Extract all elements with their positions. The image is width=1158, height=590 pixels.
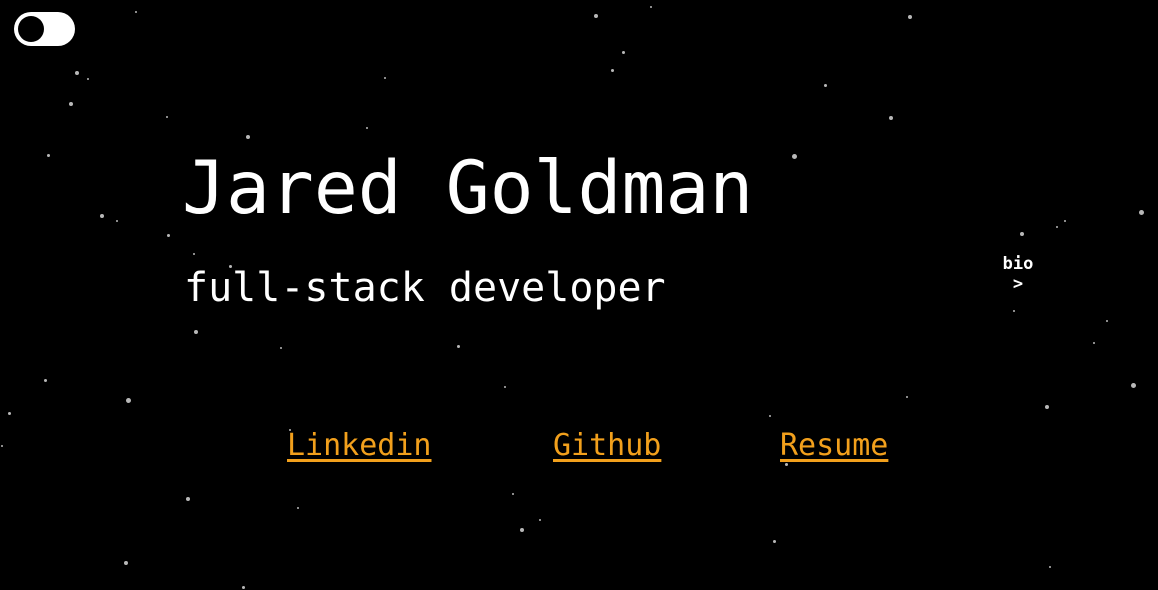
star xyxy=(46,153,50,157)
star xyxy=(124,561,128,565)
star xyxy=(769,415,771,417)
star xyxy=(186,497,190,501)
page-title: Jared Goldman xyxy=(182,146,754,231)
star xyxy=(75,71,79,75)
star xyxy=(906,396,908,398)
star xyxy=(194,330,198,334)
star xyxy=(280,347,282,349)
github-link[interactable]: Github xyxy=(553,428,661,463)
theme-toggle[interactable] xyxy=(14,12,75,46)
star xyxy=(366,127,368,129)
star xyxy=(125,397,131,403)
star xyxy=(297,507,299,509)
star xyxy=(908,15,912,19)
star xyxy=(43,378,47,382)
star xyxy=(621,50,625,54)
star xyxy=(100,214,104,218)
star xyxy=(1020,232,1024,236)
resume-link[interactable]: Resume xyxy=(780,428,888,463)
star xyxy=(504,386,506,388)
star xyxy=(1093,342,1095,344)
star xyxy=(594,14,598,18)
star xyxy=(650,6,652,8)
star xyxy=(1045,405,1049,409)
star xyxy=(512,493,514,495)
star xyxy=(1013,310,1015,312)
star xyxy=(456,344,460,348)
star xyxy=(166,116,168,118)
star xyxy=(520,528,524,532)
star xyxy=(791,153,797,159)
star xyxy=(1064,220,1066,222)
social-links: Linkedin Github Resume xyxy=(0,428,1158,468)
star xyxy=(1049,566,1051,568)
toggle-knob xyxy=(18,16,44,42)
bio-link[interactable]: bio > xyxy=(996,254,1040,294)
star xyxy=(135,11,137,13)
star xyxy=(241,585,245,589)
star xyxy=(116,220,118,222)
star xyxy=(1138,209,1144,215)
star xyxy=(193,253,195,255)
star xyxy=(1106,320,1108,322)
star xyxy=(7,411,11,415)
star xyxy=(823,83,827,87)
chevron-right-icon: > xyxy=(1012,274,1024,294)
star xyxy=(539,519,541,521)
star xyxy=(1130,382,1136,388)
star xyxy=(69,102,73,106)
star xyxy=(384,77,386,79)
star xyxy=(1056,226,1058,228)
star xyxy=(889,116,893,120)
star xyxy=(166,233,170,237)
star xyxy=(246,135,250,139)
bio-label: bio xyxy=(1002,254,1034,274)
page-subtitle: full-stack developer xyxy=(184,265,666,311)
star xyxy=(610,68,614,72)
linkedin-link[interactable]: Linkedin xyxy=(287,428,432,463)
star xyxy=(87,78,89,80)
star xyxy=(772,539,776,543)
